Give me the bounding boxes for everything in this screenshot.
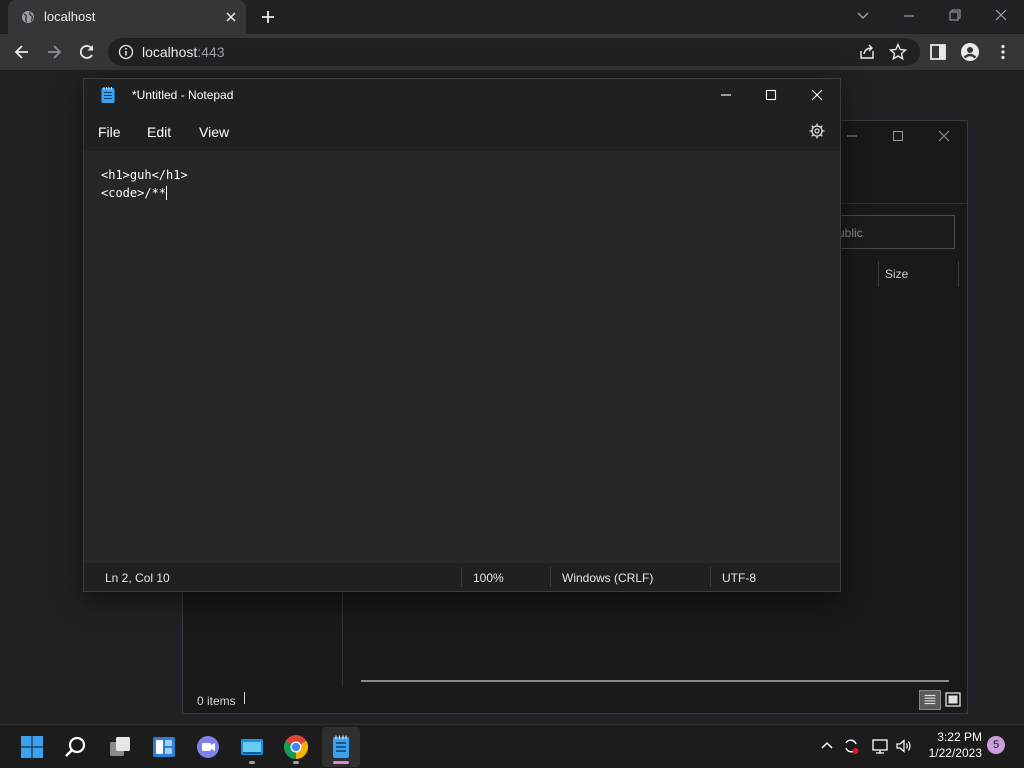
details-view-icon[interactable] bbox=[919, 690, 941, 710]
editor-line-2-wrapper: <code>/** bbox=[101, 186, 168, 200]
status-separator bbox=[550, 567, 551, 587]
chevron-up-icon[interactable] bbox=[818, 737, 836, 755]
item-count: 0 items bbox=[197, 694, 236, 708]
editor-line-1: <h1>guh</h1> bbox=[101, 168, 188, 182]
notepad-window[interactable]: *Untitled - Notepad File Edit View <h1>g… bbox=[83, 78, 841, 592]
browser-toolbar: localhost:443 bbox=[0, 34, 1024, 70]
menu-file[interactable]: File bbox=[98, 124, 121, 140]
notepad-title: *Untitled - Notepad bbox=[132, 88, 234, 102]
browser-tab[interactable]: localhost bbox=[8, 0, 246, 34]
notepad-menu-bar: File Edit View bbox=[84, 111, 840, 151]
back-arrow-icon[interactable] bbox=[12, 42, 32, 62]
text-editor-area[interactable]: <h1>guh</h1> <code>/** bbox=[84, 151, 840, 563]
encoding: UTF-8 bbox=[722, 571, 756, 585]
url-port: :443 bbox=[197, 44, 225, 60]
volume-icon[interactable] bbox=[895, 737, 913, 755]
running-indicator bbox=[249, 761, 255, 764]
notepad-icon[interactable] bbox=[327, 733, 355, 761]
column-divider[interactable] bbox=[878, 261, 879, 287]
cursor-position: Ln 2, Col 10 bbox=[105, 571, 170, 585]
windows-taskbar: 3:22 PM 1/22/2023 5 bbox=[0, 724, 1024, 768]
tab-title: localhost bbox=[44, 9, 96, 24]
search-icon[interactable] bbox=[62, 733, 90, 761]
column-header-size[interactable]: Size bbox=[885, 267, 908, 281]
url-host: localhost bbox=[142, 44, 198, 60]
status-separator bbox=[461, 567, 462, 587]
notification-badge[interactable]: 5 bbox=[987, 736, 1005, 754]
kebab-menu-icon[interactable] bbox=[993, 42, 1013, 62]
restore-icon[interactable] bbox=[946, 6, 964, 24]
forward-arrow-icon[interactable] bbox=[44, 42, 64, 62]
widgets-icon[interactable] bbox=[150, 733, 178, 761]
browser-tab-strip: localhost bbox=[0, 0, 1024, 34]
active-indicator bbox=[333, 761, 349, 764]
sidebar-icon[interactable] bbox=[928, 42, 948, 62]
notepad-close-icon[interactable] bbox=[807, 85, 827, 105]
text-caret bbox=[166, 186, 168, 200]
share-icon[interactable] bbox=[857, 42, 877, 62]
editor-line-2: <code>/** bbox=[101, 186, 167, 200]
file-explorer-icon[interactable] bbox=[238, 733, 266, 761]
address-bar[interactable]: localhost:443 bbox=[108, 38, 920, 66]
notepad-minimize-icon[interactable] bbox=[716, 85, 736, 105]
large-icons-view-icon[interactable] bbox=[943, 690, 963, 710]
line-ending: Windows (CRLF) bbox=[562, 571, 654, 585]
zoom-level: 100% bbox=[473, 571, 504, 585]
network-icon[interactable] bbox=[871, 737, 889, 755]
minimize-icon[interactable] bbox=[900, 6, 918, 24]
url-text: localhost:443 bbox=[142, 44, 225, 60]
clock-time[interactable]: 3:22 PM bbox=[924, 730, 982, 744]
star-icon[interactable] bbox=[888, 42, 908, 62]
explorer-ribbon-divider bbox=[841, 203, 967, 204]
task-view-icon[interactable] bbox=[106, 733, 134, 761]
menu-edit[interactable]: Edit bbox=[147, 124, 171, 140]
settings-gear-icon[interactable] bbox=[808, 122, 826, 140]
notepad-title-bar[interactable]: *Untitled - Notepad bbox=[84, 79, 840, 111]
sync-icon[interactable] bbox=[842, 737, 860, 755]
explorer-maximize-icon[interactable] bbox=[891, 129, 905, 143]
notepad-maximize-icon[interactable] bbox=[761, 85, 781, 105]
menu-view[interactable]: View bbox=[199, 124, 229, 140]
windows-start-icon[interactable] bbox=[18, 733, 46, 761]
column-divider[interactable] bbox=[958, 261, 959, 287]
reload-icon[interactable] bbox=[77, 42, 97, 62]
running-indicator bbox=[293, 761, 299, 764]
new-tab-icon[interactable] bbox=[259, 8, 277, 26]
status-separator bbox=[710, 567, 711, 587]
navigation-pane-divider[interactable] bbox=[342, 591, 343, 687]
tab-search-icon[interactable] bbox=[854, 6, 872, 24]
explorer-minimize-icon[interactable] bbox=[845, 129, 859, 143]
notepad-status-bar: Ln 2, Col 10 100% Windows (CRLF) UTF-8 bbox=[84, 563, 840, 591]
explorer-close-icon[interactable] bbox=[937, 129, 951, 143]
profile-icon[interactable] bbox=[960, 42, 980, 62]
status-separator bbox=[244, 692, 245, 704]
chrome-icon[interactable] bbox=[282, 733, 310, 761]
close-tab-icon[interactable] bbox=[222, 8, 240, 26]
teams-chat-icon[interactable] bbox=[194, 733, 222, 761]
close-window-icon[interactable] bbox=[992, 6, 1010, 24]
globe-icon bbox=[22, 11, 34, 23]
horizontal-scrollbar[interactable] bbox=[361, 680, 949, 682]
notepad-app-icon bbox=[101, 87, 115, 103]
clock-date[interactable]: 1/22/2023 bbox=[920, 746, 982, 760]
explorer-search-placeholder: ublic bbox=[838, 226, 863, 240]
explorer-status-bar: 0 items bbox=[183, 687, 967, 713]
site-info-icon[interactable] bbox=[118, 44, 134, 60]
explorer-search-box[interactable]: ublic bbox=[823, 215, 955, 249]
